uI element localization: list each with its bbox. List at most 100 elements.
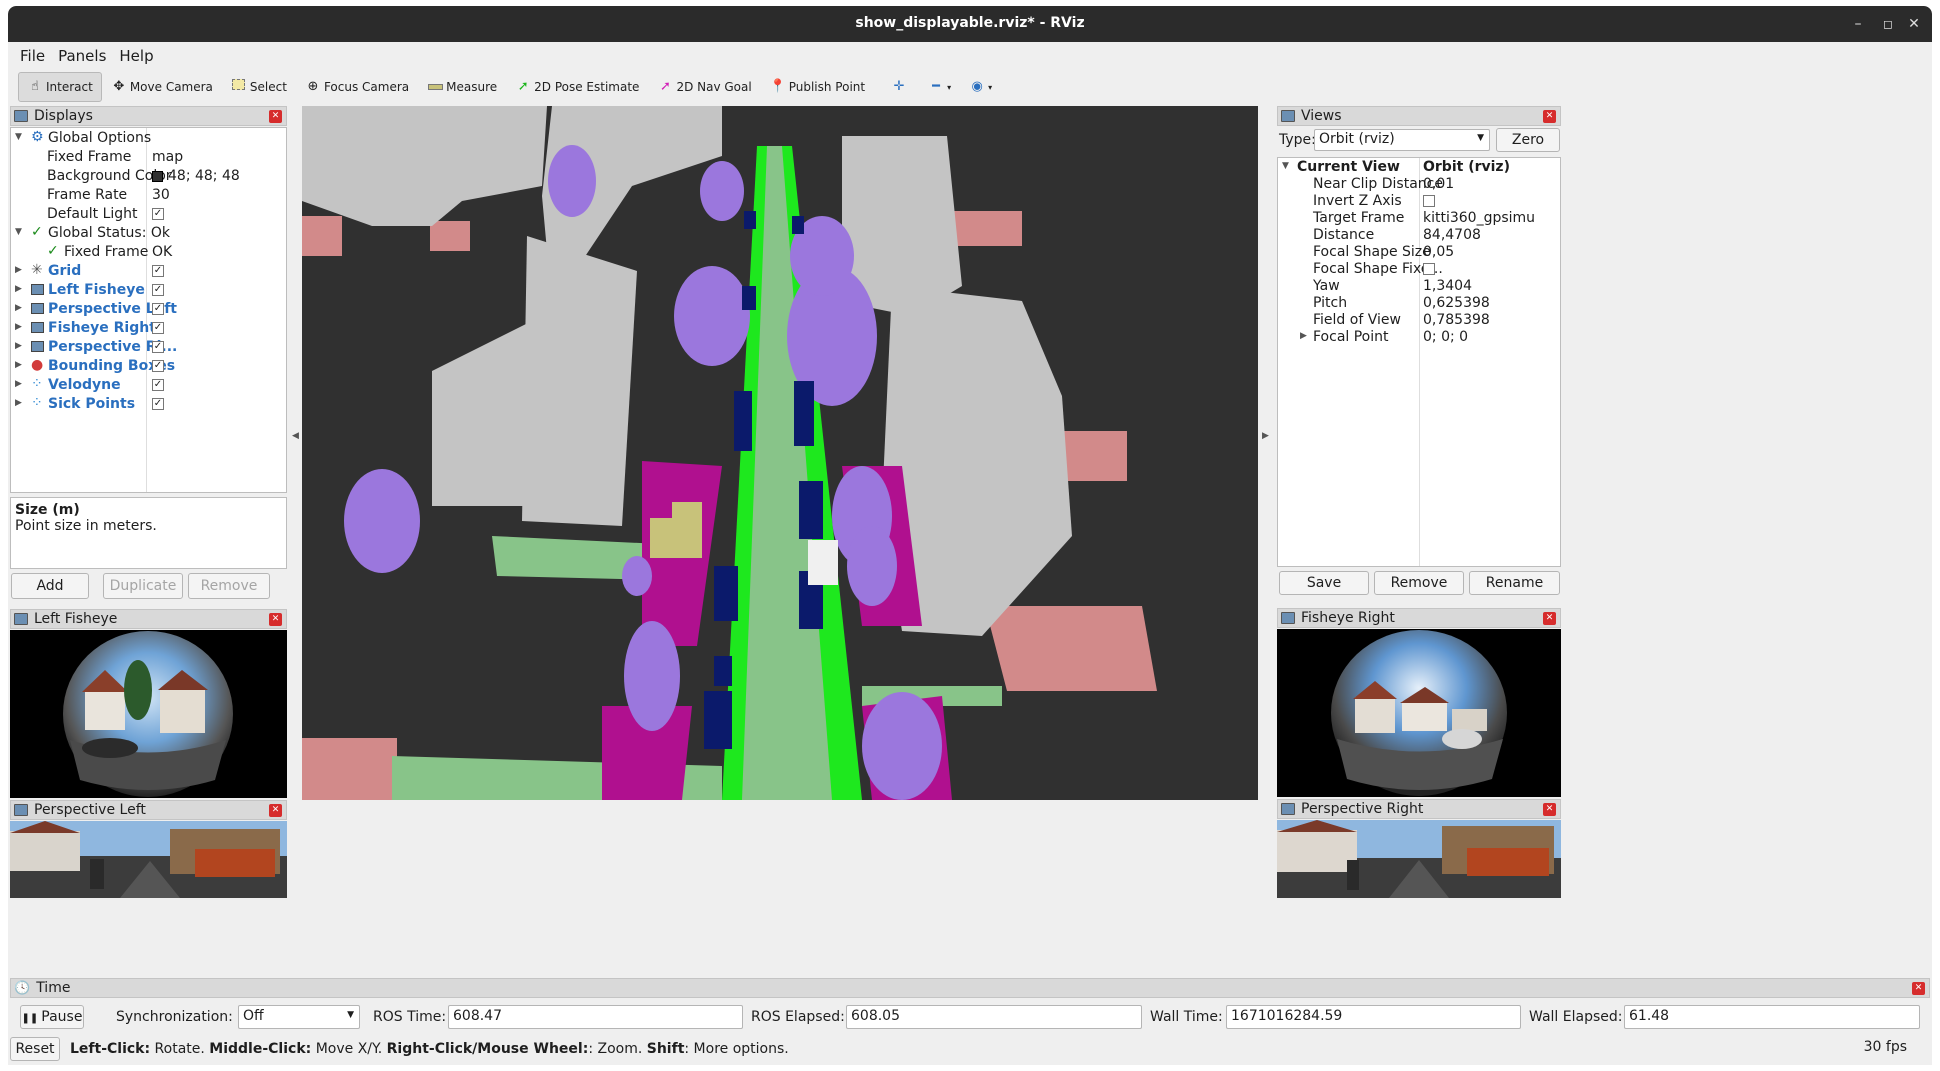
view-row-near-clip[interactable]: Near Clip Distance 0,01 bbox=[1278, 176, 1560, 193]
select-tool[interactable]: Select bbox=[222, 72, 296, 102]
checkbox[interactable]: ✓ bbox=[152, 265, 164, 277]
row-label: Target Frame bbox=[1313, 210, 1405, 226]
row-value[interactable]: 48; 48; 48 bbox=[168, 168, 240, 184]
remove-tool-button[interactable]: ━ ▾ bbox=[919, 72, 960, 102]
tree-row-global-status[interactable]: ▼ ✓ Global Status: Ok bbox=[11, 224, 286, 243]
tree-row-perspective-right[interactable]: ▶ Perspective Ri... ✓ bbox=[11, 338, 286, 357]
row-value[interactable]: 0; 0; 0 bbox=[1423, 329, 1468, 345]
view-type-select[interactable]: Orbit (rviz) ▼ bbox=[1314, 129, 1490, 151]
tree-row-bounding-boxes[interactable]: ▶ ● Bounding Boxes ✓ bbox=[11, 357, 286, 376]
reset-button[interactable]: Reset bbox=[10, 1037, 60, 1061]
view-tool-button[interactable]: ◉ ▾ bbox=[960, 72, 1001, 102]
row-value[interactable]: 0,01 bbox=[1423, 176, 1454, 192]
checkbox[interactable]: ✓ bbox=[152, 303, 164, 315]
checkbox[interactable]: ✓ bbox=[152, 322, 164, 334]
add-tool-button[interactable]: ✛ bbox=[882, 72, 919, 102]
collapse-left-arrow[interactable]: ◀ bbox=[292, 431, 299, 441]
view-row-pitch[interactable]: Pitch 0,625398 bbox=[1278, 295, 1560, 312]
view-row-target-frame[interactable]: Target Frame kitti360_gpsimu bbox=[1278, 210, 1560, 227]
pose-estimate-tool[interactable]: ➚ 2D Pose Estimate bbox=[506, 72, 648, 102]
tree-row-default-light[interactable]: Default Light ✓ bbox=[11, 205, 286, 224]
rename-view-button[interactable]: Rename bbox=[1469, 571, 1560, 595]
row-value[interactable]: 0,05 bbox=[1423, 244, 1454, 260]
checkbox[interactable]: ✓ bbox=[152, 360, 164, 372]
menu-help[interactable]: Help bbox=[113, 42, 160, 68]
color-swatch[interactable] bbox=[152, 171, 163, 182]
row-value[interactable]: map bbox=[152, 149, 183, 165]
left-fisheye-image bbox=[10, 630, 287, 798]
tree-row-sick-points[interactable]: ▶ ⁘ Sick Points ✓ bbox=[11, 395, 286, 414]
row-value[interactable]: 0,785398 bbox=[1423, 312, 1490, 328]
view-row-invert-z[interactable]: Invert Z Axis bbox=[1278, 193, 1560, 210]
render-3d-viewport[interactable] bbox=[302, 106, 1258, 800]
tree-row-left-fisheye[interactable]: ▶ Left Fisheye ✓ bbox=[11, 281, 286, 300]
publish-point-tool[interactable]: 📍 Publish Point bbox=[761, 72, 874, 102]
close-icon[interactable]: ✕ bbox=[1543, 612, 1556, 625]
close-button[interactable]: ✕ bbox=[1904, 14, 1924, 34]
row-value[interactable]: kitti360_gpsimu bbox=[1423, 210, 1535, 226]
close-icon[interactable]: ✕ bbox=[269, 804, 282, 817]
tree-row-fixed-frame[interactable]: Fixed Frame map bbox=[11, 148, 286, 167]
left-fisheye-title: Left Fisheye bbox=[34, 611, 118, 627]
interact-tool[interactable]: ☝ Interact bbox=[18, 72, 102, 102]
view-row-focal-shape-fixed[interactable]: Focal Shape Fixe... bbox=[1278, 261, 1560, 278]
tree-row-grid[interactable]: ▶ ✳ Grid ✓ bbox=[11, 262, 286, 281]
checkbox[interactable]: ✓ bbox=[152, 284, 164, 296]
row-value[interactable]: 84,4708 bbox=[1423, 227, 1481, 243]
move-camera-tool[interactable]: ✥ Move Camera bbox=[102, 72, 222, 102]
save-view-button[interactable]: Save bbox=[1279, 571, 1369, 595]
view-row-focal-point[interactable]: ▶ Focal Point 0; 0; 0 bbox=[1278, 329, 1560, 346]
view-row-current-view[interactable]: ▼ Current View Orbit (rviz) bbox=[1278, 159, 1560, 176]
select-box-icon bbox=[231, 79, 247, 95]
view-row-yaw[interactable]: Yaw 1,3404 bbox=[1278, 278, 1560, 295]
close-icon[interactable]: ✕ bbox=[1543, 803, 1556, 816]
checkbox[interactable]: ✓ bbox=[152, 398, 164, 410]
view-row-focal-shape-size[interactable]: Focal Shape Size 0,05 bbox=[1278, 244, 1560, 261]
tree-row-velodyne[interactable]: ▶ ⁘ Velodyne ✓ bbox=[11, 376, 286, 395]
menu-file[interactable]: File bbox=[14, 42, 52, 68]
close-icon[interactable]: ✕ bbox=[1912, 982, 1925, 995]
ros-time-field[interactable]: 608.47 bbox=[448, 1005, 743, 1029]
measure-tool[interactable]: Measure bbox=[418, 72, 506, 102]
checkbox[interactable]: ✓ bbox=[152, 208, 164, 220]
wall-time-field[interactable]: 1671016284.59 bbox=[1226, 1005, 1521, 1029]
wall-elapsed-field[interactable]: 61.48 bbox=[1624, 1005, 1920, 1029]
collapse-right-arrow[interactable]: ▶ bbox=[1262, 431, 1269, 441]
sync-select[interactable]: Off ▼ bbox=[238, 1005, 360, 1029]
menu-panels[interactable]: Panels bbox=[52, 42, 113, 68]
tree-row-fisheye-right[interactable]: ▶ Fisheye Right ✓ bbox=[11, 319, 286, 338]
remove-button[interactable]: Remove bbox=[188, 573, 270, 599]
zero-button[interactable]: Zero bbox=[1496, 128, 1560, 152]
checkbox[interactable] bbox=[1423, 263, 1435, 275]
add-button[interactable]: Add bbox=[11, 573, 89, 599]
tree-row-frame-rate[interactable]: Frame Rate 30 bbox=[11, 186, 286, 205]
tree-row-perspective-left[interactable]: ▶ Perspective Left ✓ bbox=[11, 300, 286, 319]
remove-view-button[interactable]: Remove bbox=[1374, 571, 1464, 595]
row-label: Field of View bbox=[1313, 312, 1401, 328]
pause-button[interactable]: ❚❚ Pause bbox=[20, 1005, 84, 1029]
row-value[interactable]: 0,625398 bbox=[1423, 295, 1490, 311]
view-row-distance[interactable]: Distance 84,4708 bbox=[1278, 227, 1560, 244]
duplicate-button[interactable]: Duplicate bbox=[103, 573, 183, 599]
maximize-button[interactable]: ◻ bbox=[1878, 14, 1898, 34]
ros-elapsed-field[interactable]: 608.05 bbox=[846, 1005, 1142, 1029]
tree-row-background-color[interactable]: Background Color 48; 48; 48 bbox=[11, 167, 286, 186]
focus-camera-tool[interactable]: ⊕ Focus Camera bbox=[296, 72, 418, 102]
checkbox[interactable] bbox=[1423, 195, 1435, 207]
row-value[interactable]: 30 bbox=[152, 187, 170, 203]
row-value[interactable]: 1,3404 bbox=[1423, 278, 1472, 294]
image-display-icon bbox=[31, 322, 44, 333]
minimize-button[interactable]: – bbox=[1848, 14, 1868, 34]
nav-goal-tool[interactable]: ➚ 2D Nav Goal bbox=[648, 72, 760, 102]
help-text: Point size in meters. bbox=[15, 518, 157, 534]
view-row-field-of-view[interactable]: Field of View 0,785398 bbox=[1278, 312, 1560, 329]
checkbox[interactable]: ✓ bbox=[152, 379, 164, 391]
image-display-icon bbox=[31, 341, 44, 352]
close-icon[interactable]: ✕ bbox=[269, 110, 282, 123]
checkbox[interactable]: ✓ bbox=[152, 341, 164, 353]
close-icon[interactable]: ✕ bbox=[269, 613, 282, 626]
tree-row-status-fixed-frame[interactable]: ✓ Fixed Frame OK bbox=[11, 243, 286, 262]
time-title: Time bbox=[36, 980, 71, 996]
tree-row-global-options[interactable]: ▼ ⚙ Global Options bbox=[11, 129, 286, 148]
close-icon[interactable]: ✕ bbox=[1543, 110, 1556, 123]
